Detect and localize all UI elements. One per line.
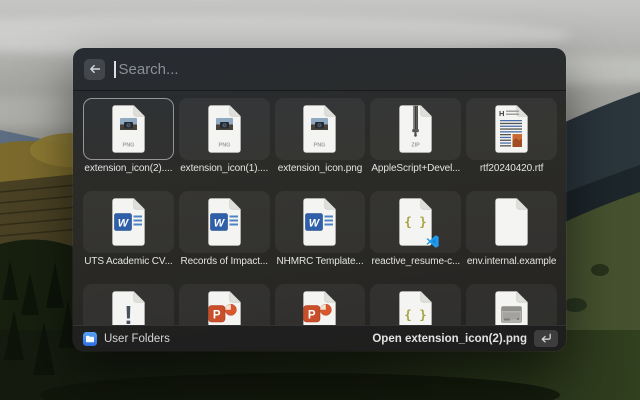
file-result-extension-icon-2[interactable]: PNG bbox=[83, 98, 174, 160]
file-result-disk-14[interactable] bbox=[466, 284, 557, 325]
png-file-icon: PNG bbox=[108, 105, 149, 153]
file-result-extension-icon-1[interactable]: PNG bbox=[179, 98, 270, 160]
back-button[interactable] bbox=[84, 59, 105, 80]
svg-text:!: ! bbox=[124, 300, 133, 325]
word-file-icon: W bbox=[299, 198, 340, 246]
file-label: UTS Academic CV... bbox=[83, 256, 174, 267]
result-cell: W Records of Impact... bbox=[179, 191, 270, 271]
file-result-alert-10[interactable]: ! bbox=[83, 284, 174, 325]
blank-file-icon bbox=[491, 198, 532, 246]
file-result-applescript-devel[interactable]: ZIP bbox=[370, 98, 461, 160]
result-cell: W NHMRC Template... bbox=[275, 191, 366, 271]
source-label: User Folders bbox=[104, 333, 170, 345]
result-cell: PNG extension_icon(2).... bbox=[83, 98, 174, 178]
result-cell: PNG extension_icon.png bbox=[275, 98, 366, 178]
search-bar bbox=[73, 48, 566, 91]
file-result-ppt-12[interactable]: P bbox=[275, 284, 366, 325]
svg-text:{ }: { } bbox=[404, 214, 427, 229]
png-file-icon: PNG bbox=[299, 105, 340, 153]
disk-file-icon bbox=[491, 291, 532, 325]
search-launcher-window: PNG extension_icon(2).... PNG extension_ico… bbox=[73, 48, 566, 351]
svg-text:P: P bbox=[308, 309, 316, 321]
svg-text:ZIP: ZIP bbox=[412, 143, 421, 149]
result-cell: W UTS Academic CV... bbox=[83, 191, 174, 271]
file-result-extension-icon-png[interactable]: PNG bbox=[275, 98, 366, 160]
result-cell: ! bbox=[83, 284, 174, 325]
zip-file-icon: ZIP bbox=[395, 105, 436, 153]
result-cell: Hrtf20240420.rtf bbox=[466, 98, 557, 178]
ppt-file-icon: P bbox=[204, 291, 245, 325]
file-label: extension_icon(1).... bbox=[179, 163, 270, 174]
arrow-left-icon bbox=[89, 63, 101, 75]
svg-text:PNG: PNG bbox=[218, 143, 230, 149]
svg-text:PNG: PNG bbox=[122, 143, 134, 149]
svg-text:W: W bbox=[118, 218, 130, 230]
file-result-ppt-11[interactable]: P bbox=[179, 284, 270, 325]
footer-bar: User Folders Open extension_icon(2).png bbox=[73, 325, 566, 351]
file-label: Records of Impact... bbox=[179, 256, 270, 267]
file-label: env.internal.example bbox=[466, 256, 557, 267]
png-file-icon: PNG bbox=[204, 105, 245, 153]
result-cell: { } bbox=[370, 284, 461, 325]
file-result-env-internal-example[interactable] bbox=[466, 191, 557, 253]
file-label: reactive_resume-c... bbox=[370, 256, 461, 267]
file-label: AppleScript+Devel... bbox=[370, 163, 461, 174]
results-grid: PNG extension_icon(2).... PNG extension_ico… bbox=[73, 92, 566, 325]
file-result-nhmrc-template[interactable]: W bbox=[275, 191, 366, 253]
result-cell: ZIP AppleScript+Devel... bbox=[370, 98, 461, 178]
result-cell: P bbox=[179, 284, 270, 325]
word-file-icon: W bbox=[204, 198, 245, 246]
svg-text:P: P bbox=[213, 309, 221, 321]
svg-text:W: W bbox=[213, 218, 225, 230]
file-label: extension_icon.png bbox=[275, 163, 366, 174]
primary-action-label: Open extension_icon(2).png bbox=[372, 333, 527, 345]
search-input[interactable] bbox=[119, 61, 556, 78]
svg-text:{ }: { } bbox=[404, 307, 427, 322]
file-result-rtf20240420-rtf[interactable]: H bbox=[466, 98, 557, 160]
file-label: extension_icon(2).... bbox=[83, 163, 174, 174]
file-result-json-13[interactable]: { } bbox=[370, 284, 461, 325]
vscode-badge-icon bbox=[426, 235, 439, 248]
file-label: NHMRC Template... bbox=[275, 256, 366, 267]
result-cell: env.internal.example bbox=[466, 191, 557, 271]
alert-file-icon: ! bbox=[108, 291, 149, 325]
text-caret bbox=[114, 61, 116, 78]
word-file-icon: W bbox=[108, 198, 149, 246]
json-file-icon: { } bbox=[395, 198, 436, 246]
svg-text:H: H bbox=[499, 109, 504, 118]
result-cell: PNG extension_icon(1).... bbox=[179, 98, 270, 178]
result-cell: { } reactive_resume-c... bbox=[370, 191, 461, 271]
svg-text:W: W bbox=[309, 218, 321, 230]
svg-text:PNG: PNG bbox=[314, 143, 326, 149]
file-label: rtf20240420.rtf bbox=[466, 163, 557, 174]
ppt-file-icon: P bbox=[299, 291, 340, 325]
rtf-file-icon: H bbox=[491, 105, 532, 153]
file-result-records-of-impact[interactable]: W bbox=[179, 191, 270, 253]
return-key-icon[interactable] bbox=[534, 330, 558, 347]
json-file-icon: { } bbox=[395, 291, 436, 325]
file-result-uts-academic-cv[interactable]: W bbox=[83, 191, 174, 253]
user-folders-icon bbox=[83, 332, 97, 346]
result-cell: P bbox=[275, 284, 366, 325]
file-result-reactive-resume-c[interactable]: { } bbox=[370, 191, 461, 253]
result-cell bbox=[466, 284, 557, 325]
